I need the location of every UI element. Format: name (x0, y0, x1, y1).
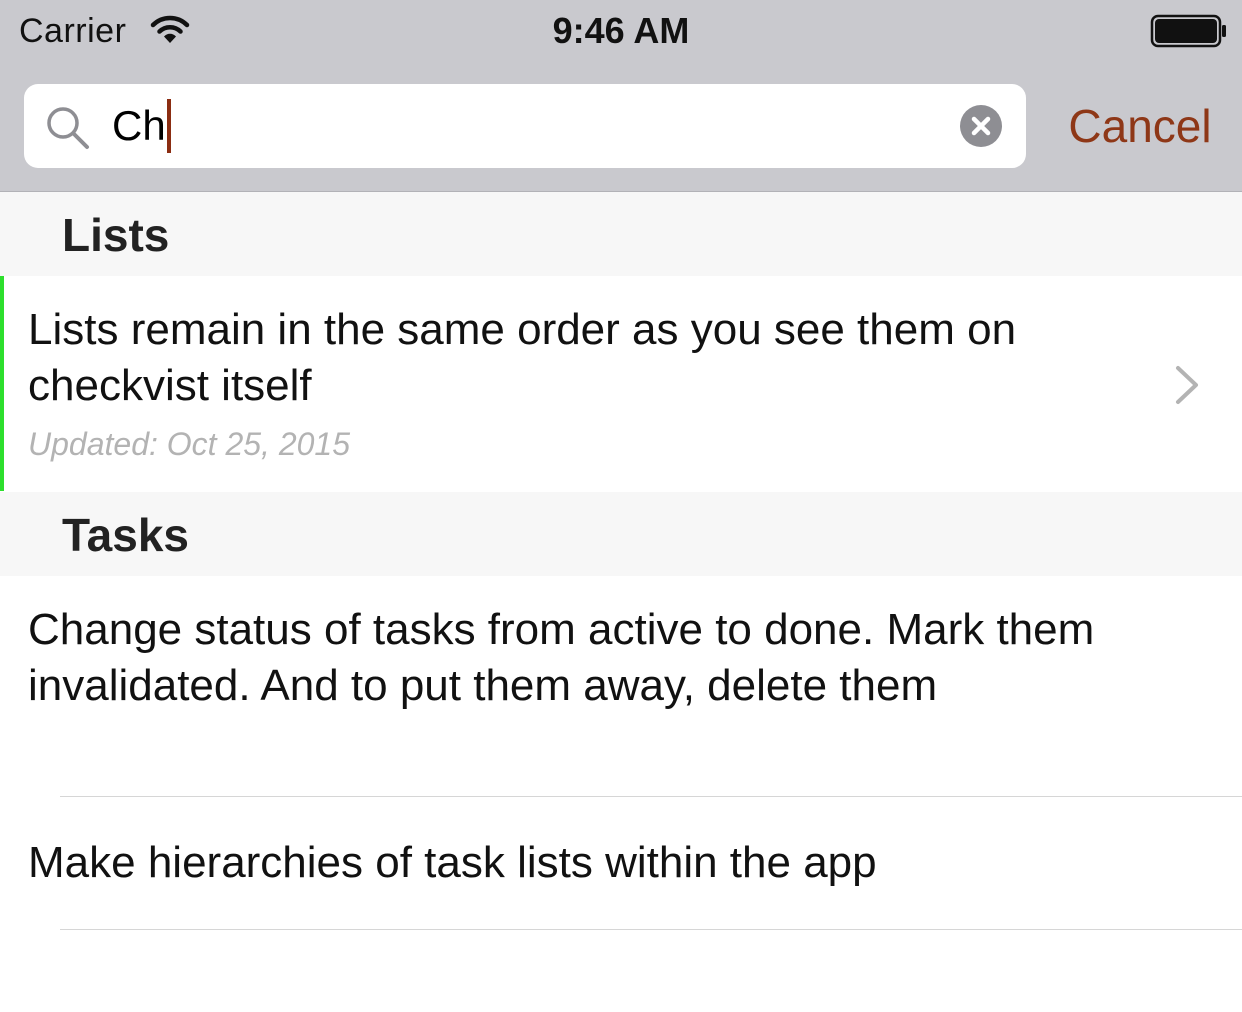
task-result-row[interactable]: Change status of tasks from active to do… (0, 576, 1242, 796)
list-result-row[interactable]: Lists remain in the same order as you se… (0, 276, 1242, 491)
chevron-right-icon (1176, 366, 1198, 404)
search-query[interactable]: Ch (112, 98, 171, 154)
list-indicator-bar (0, 276, 4, 491)
cancel-button[interactable]: Cancel (1050, 94, 1230, 158)
section-title: Lists (62, 209, 170, 261)
search-icon (47, 107, 89, 149)
list-result-title: Lists remain in the same order as you se… (28, 305, 1017, 410)
text-caret (166, 98, 171, 153)
search-header: Carrier 9:46 AM Ch Cancel (0, 0, 1242, 192)
status-bar: Carrier 9:46 AM (0, 0, 1242, 62)
section-header-lists: Lists (0, 192, 1242, 276)
status-time: 9:46 AM (552, 10, 690, 51)
battery-icon (1150, 14, 1226, 48)
clear-icon[interactable] (960, 105, 1002, 147)
section-header-tasks: Tasks (0, 492, 1242, 576)
row-separator (60, 929, 1242, 930)
task-result-text: Change status of tasks from active to do… (28, 605, 1095, 710)
task-result-row[interactable]: Make hierarchies of task lists within th… (0, 797, 1242, 929)
list-result-updated: Updated: Oct 25, 2015 (28, 426, 350, 462)
search-query-text: Ch (112, 102, 166, 149)
section-title: Tasks (62, 509, 190, 561)
search-input[interactable]: Ch (24, 84, 1026, 168)
search-screen: Carrier 9:46 AM Ch Cancel Lists Lists re… (0, 0, 1242, 1012)
task-result-text: Make hierarchies of task lists within th… (28, 838, 877, 887)
